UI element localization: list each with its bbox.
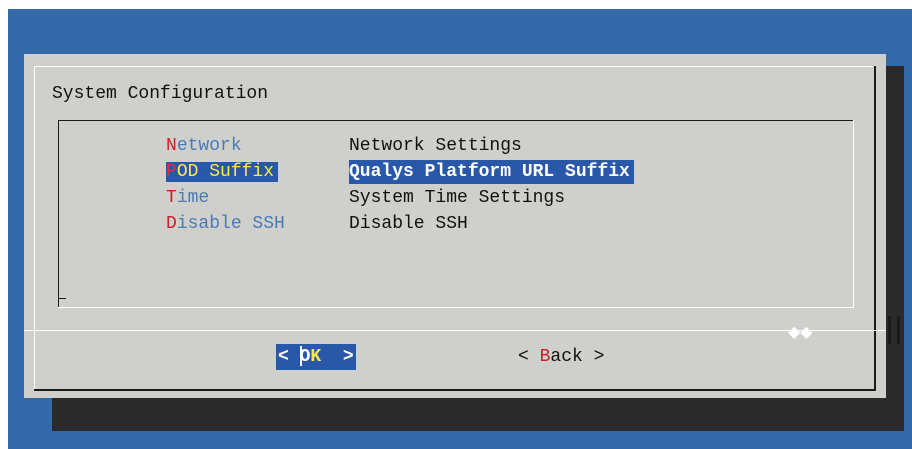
hotkey-letter: N [166, 136, 177, 156]
ok-hotkey: O [299, 347, 311, 367]
button-separator [24, 330, 886, 331]
frame-top-border [34, 66, 874, 67]
back-right-bracket: > [582, 347, 605, 367]
hotkey-letter: P [166, 162, 177, 182]
tag-label: isable SSH [176, 214, 285, 234]
menu-item-description: System Time Settings [349, 188, 566, 208]
dialog-shadow-bottom [52, 398, 904, 431]
back-label-rest: ack [550, 347, 583, 367]
frame-bottom-border [34, 389, 876, 391]
listbox-corner-tick [58, 298, 66, 299]
menu-item-tag: Disable SSH [166, 212, 349, 236]
tag-label: ime [176, 188, 210, 208]
menu-item-time[interactable]: Time System Time Settings [166, 186, 565, 210]
menu-item-pod-suffix[interactable]: POD Suffix Qualys Platform URL Suffix [166, 160, 634, 184]
menu-item-description: Network Settings [349, 136, 522, 156]
system-configuration-dialog: System Configuration Network Network Set… [24, 54, 900, 398]
ok-label-rest: K [310, 347, 322, 367]
ok-button[interactable]: < OK > [276, 344, 356, 370]
menu-item-disable-ssh[interactable]: Disable SSH Disable SSH [166, 212, 468, 236]
tag-label: OD Suffix [176, 162, 275, 182]
selected-tag-highlight: POD Suffix [166, 162, 279, 182]
listbox-right-border [853, 120, 854, 308]
tag-label: etwork [176, 136, 242, 156]
listbox-left-border [58, 120, 59, 308]
back-left-bracket: < [518, 347, 540, 367]
menu-item-tag: Network [166, 134, 349, 158]
listbox-bottom-border [58, 307, 854, 308]
listbox-top-border [58, 120, 854, 121]
scroll-indicator-icon: ◆◆ [788, 322, 813, 341]
ok-left-bracket: < [278, 347, 300, 367]
ok-right-bracket: > [321, 347, 354, 367]
hotkey-letter: D [166, 214, 177, 234]
dialog-title: System Configuration [52, 84, 269, 104]
dialog-shadow-right [886, 66, 904, 406]
frame-left-border [34, 66, 35, 390]
menu-item-network[interactable]: Network Network Settings [166, 134, 522, 158]
back-button[interactable]: < Back > [518, 344, 604, 370]
menu-item-description: Qualys Platform URL Suffix [349, 160, 634, 184]
frame-right-border [874, 66, 876, 390]
scroll-tick-marker [888, 316, 900, 344]
hotkey-letter: T [166, 188, 177, 208]
menu-item-tag: Time [166, 186, 349, 210]
menu-item-tag: POD Suffix [166, 160, 349, 184]
menu-item-description: Disable SSH [349, 214, 468, 234]
back-hotkey: B [539, 347, 551, 367]
